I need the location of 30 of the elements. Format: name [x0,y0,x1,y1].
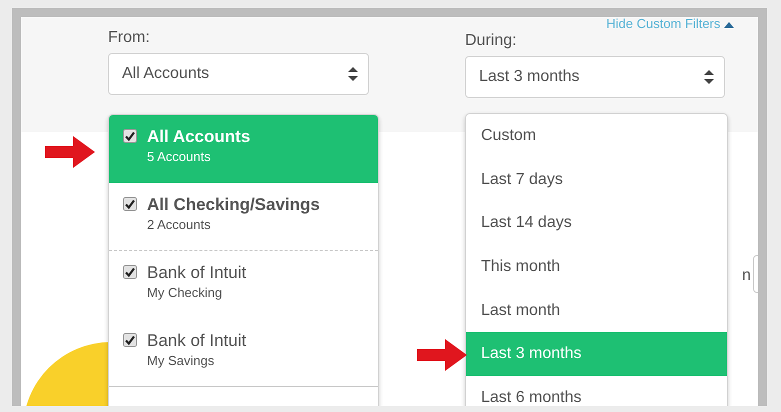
checkbox[interactable] [123,129,137,143]
period-option[interactable]: Last month [466,288,727,332]
account-count: 2 Accounts [147,217,212,232]
account-count: My Savings [147,353,216,368]
period-option[interactable]: This month [466,245,727,289]
account-name: Bank of Intuit [147,331,246,351]
field-label: n [742,267,751,285]
sort-icon [704,70,714,84]
checkbox[interactable] [123,333,137,347]
period-option[interactable]: Last 14 days [466,201,727,246]
checkbox[interactable] [123,265,137,279]
period-select[interactable]: Last 3 months [465,56,725,98]
checkbox[interactable] [123,197,137,211]
account-name: Bank of Intuit [147,263,246,283]
account-name: All Accounts [147,127,250,147]
account-option[interactable]: Bank of Intuit My Savings [109,319,378,387]
account-count: My Checking [147,285,224,300]
account-option[interactable]: All Checking/Savings 2 Accounts [109,183,378,251]
account-option[interactable]: Bank of Intuit My Checking [109,251,378,319]
arrow-icon [417,339,467,371]
from-label: From: [108,29,151,47]
during-label: During: [465,32,518,50]
period-option[interactable]: Custom [466,114,727,158]
period-option[interactable]: Last 7 days [466,158,727,202]
sort-icon [348,67,358,81]
account-name: All Checking/Savings [147,195,320,215]
from-select[interactable]: All Accounts [108,53,369,95]
period-option[interactable]: Last 6 months [466,376,727,406]
account-count: 5 Accounts [147,149,212,164]
arrow-icon [45,136,95,168]
